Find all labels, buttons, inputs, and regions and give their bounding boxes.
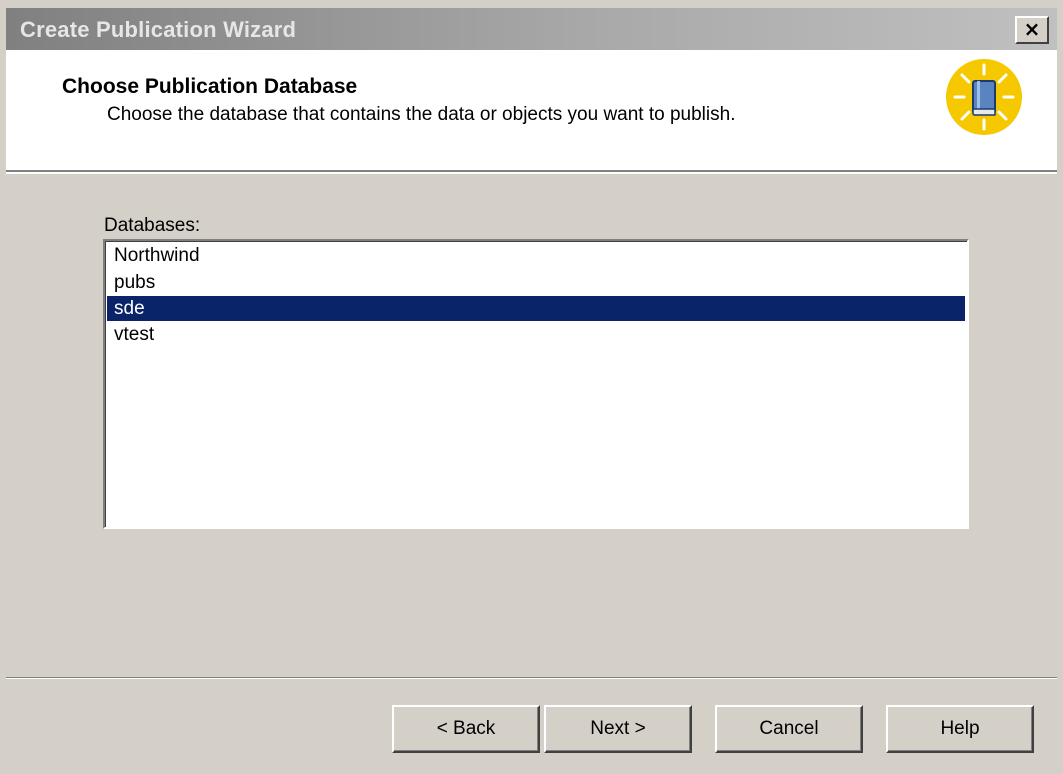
next-button[interactable]: Next >	[544, 705, 692, 753]
databases-listbox[interactable]: Northwind pubs sde vtest	[103, 239, 969, 529]
header-divider	[6, 172, 1057, 174]
window-title: Create Publication Wizard	[20, 17, 297, 42]
back-button[interactable]: < Back	[392, 705, 540, 753]
list-item-northwind[interactable]: Northwind	[107, 243, 965, 268]
list-item-vtest[interactable]: vtest	[107, 322, 965, 347]
list-item-pubs[interactable]: pubs	[107, 270, 965, 295]
wizard-book-icon	[946, 59, 1022, 135]
list-item-sde[interactable]: sde	[107, 296, 965, 321]
page-subtitle: Choose the database that contains the da…	[107, 104, 736, 125]
title-bar[interactable]: Create Publication Wizard ×	[6, 8, 1057, 50]
page-title: Choose Publication Database	[62, 75, 358, 98]
close-icon: ×	[1023, 17, 1041, 41]
databases-label: Databases:	[104, 215, 201, 236]
cancel-button[interactable]: Cancel	[715, 705, 863, 753]
help-button[interactable]: Help	[886, 705, 1034, 753]
footer-separator	[6, 677, 1057, 679]
create-publication-wizard-dialog: Create Publication Wizard × Choose Publi…	[0, 0, 1063, 774]
close-button[interactable]: ×	[1015, 16, 1049, 44]
wizard-header: Choose Publication Database Choose the d…	[6, 50, 1057, 172]
